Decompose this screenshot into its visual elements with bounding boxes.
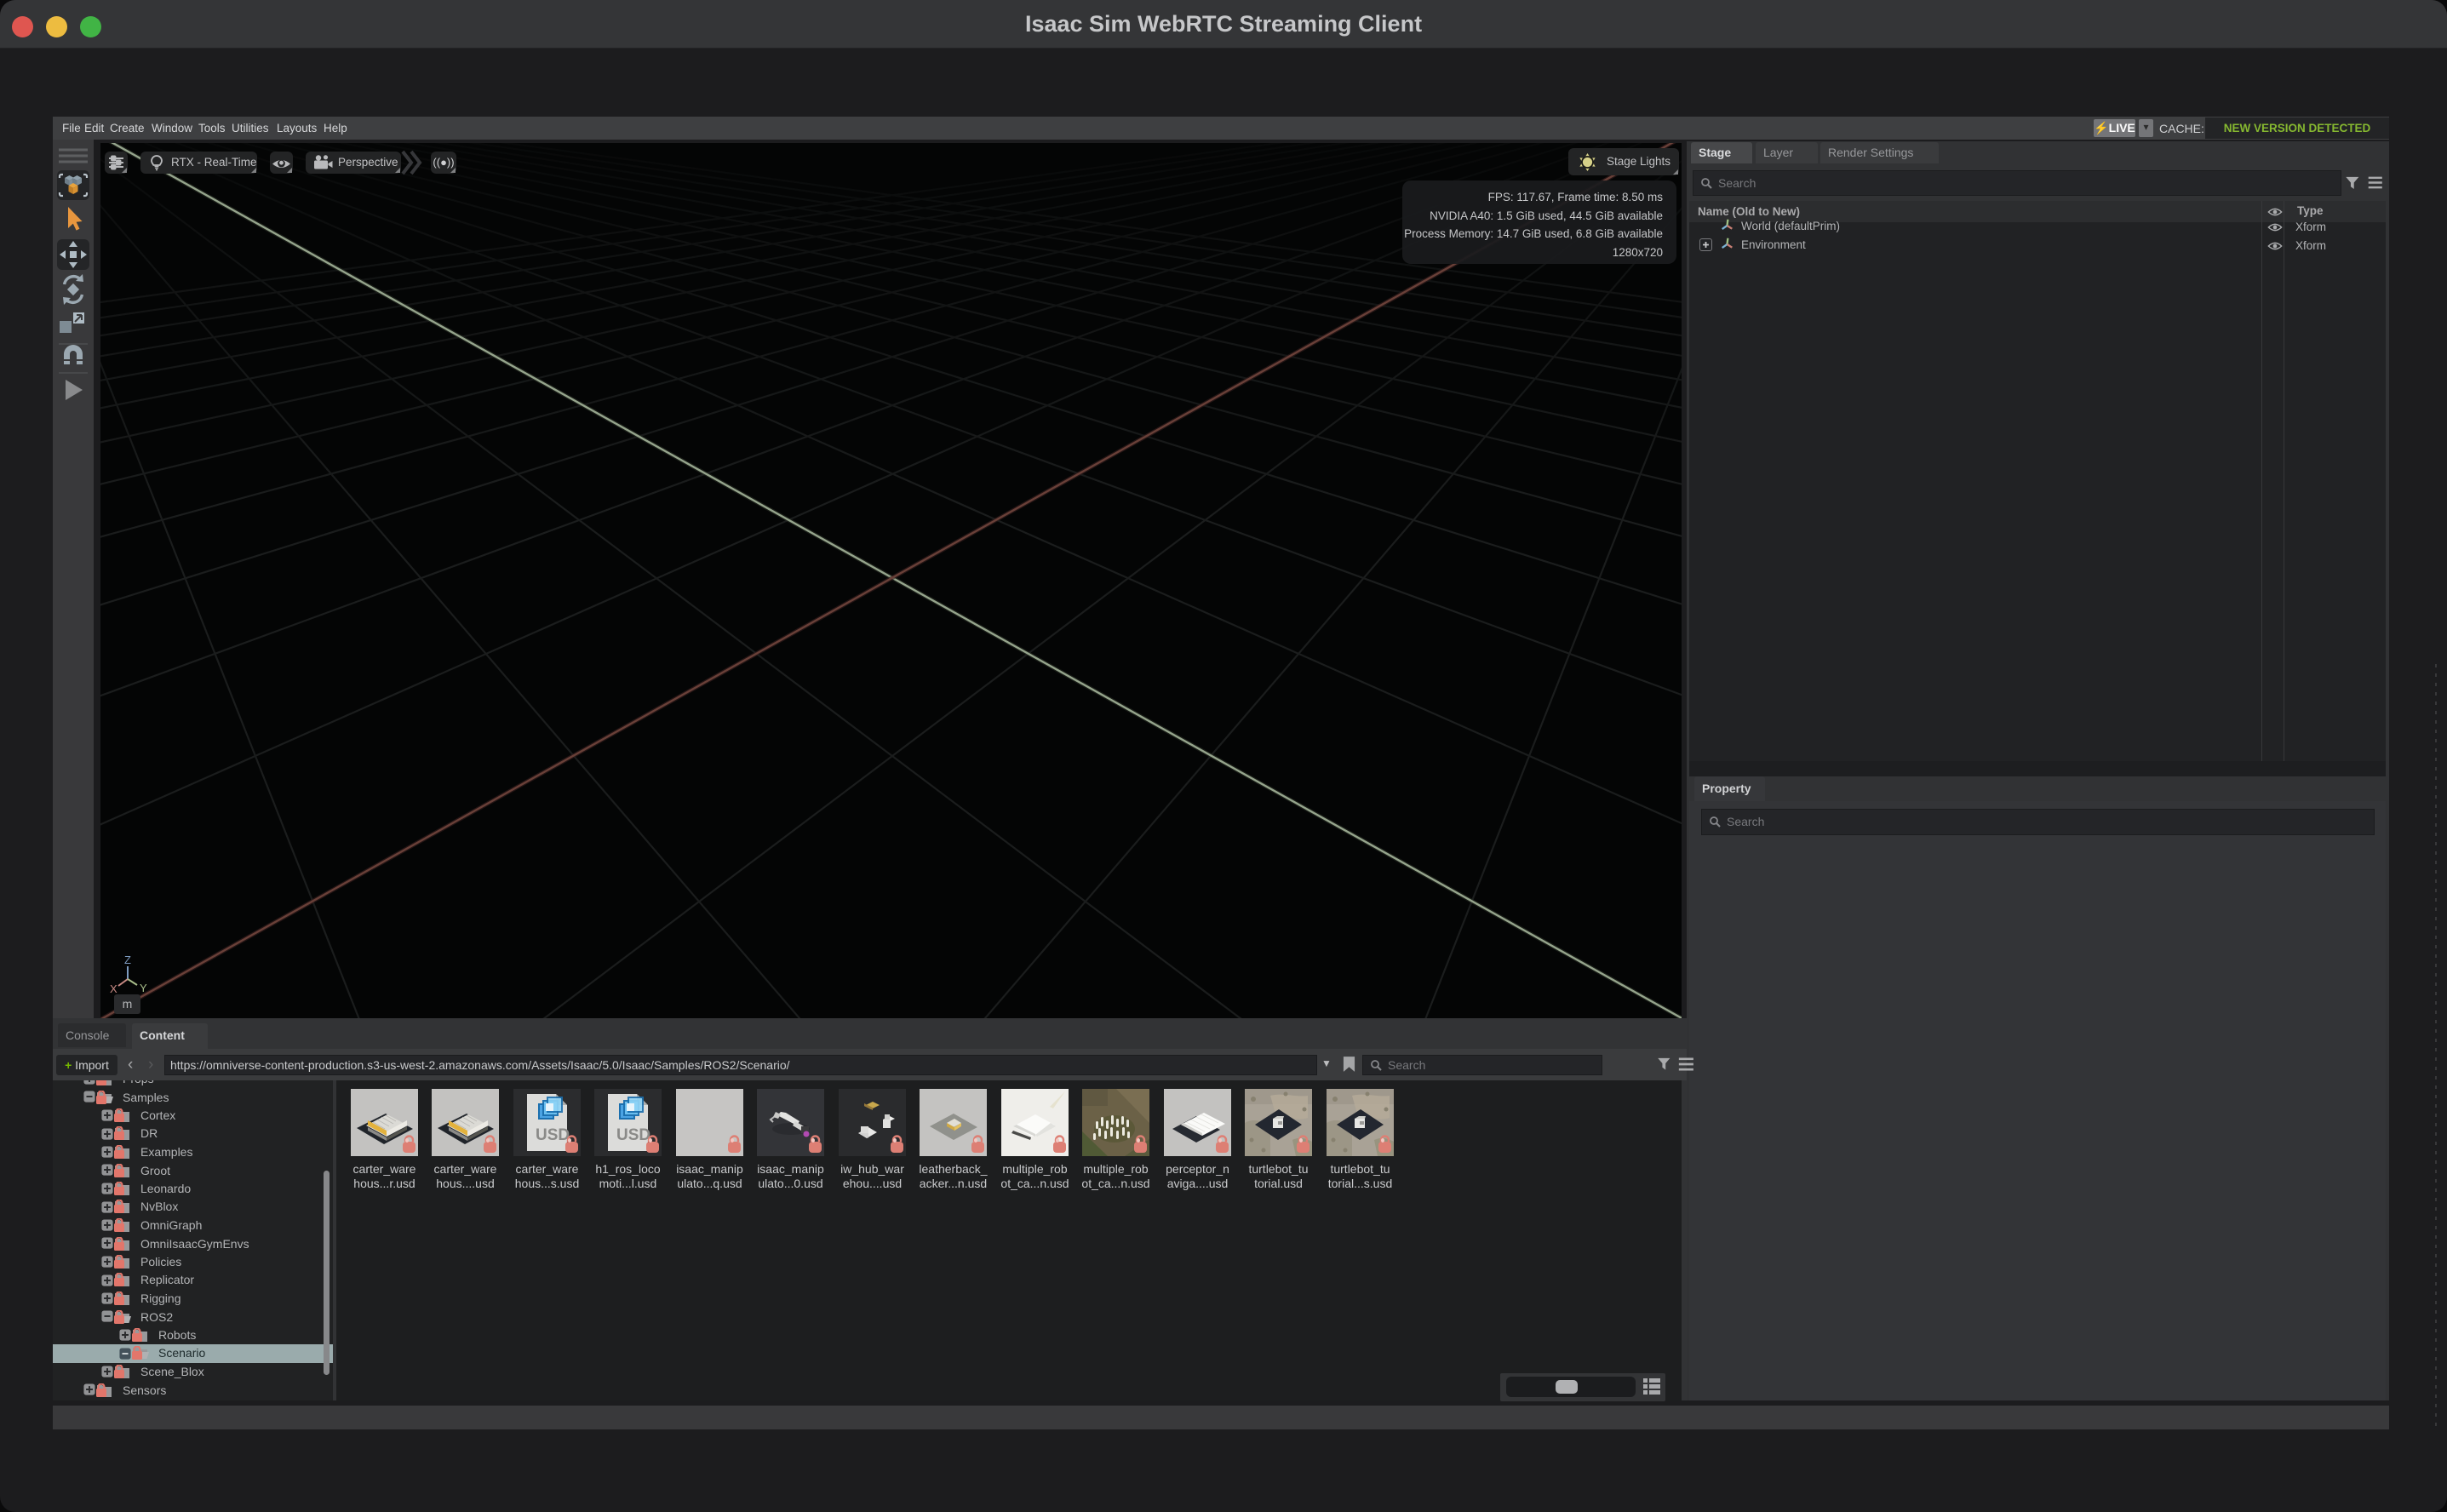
svg-text:X: X xyxy=(110,982,117,994)
svg-text:Y: Y xyxy=(140,982,147,994)
svg-text:Z: Z xyxy=(124,954,131,966)
svg-text:USD: USD xyxy=(616,1126,650,1144)
svg-text:USD: USD xyxy=(536,1126,570,1144)
